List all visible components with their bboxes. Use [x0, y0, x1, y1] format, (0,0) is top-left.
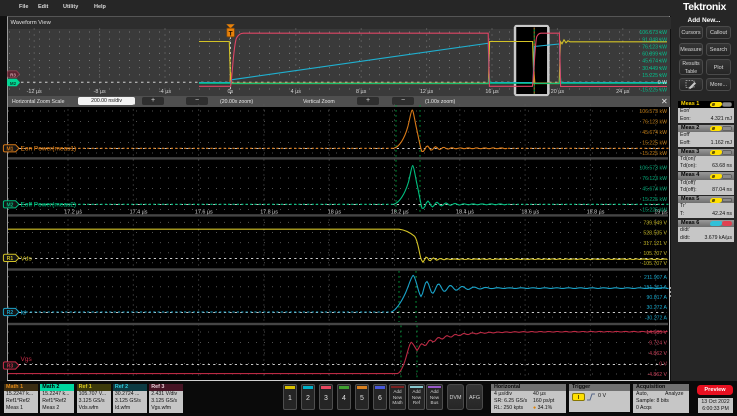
svg-text:30.449 kW: 30.449 kW	[642, 66, 667, 72]
svg-text:-30.272 A: -30.272 A	[645, 315, 668, 321]
svg-text:20 µs: 20 µs	[551, 89, 565, 95]
svg-text:30.272 A: 30.272 A	[647, 305, 668, 311]
svg-text:M2: M2	[7, 202, 14, 208]
svg-text:0s: 0s	[228, 89, 234, 95]
svg-text:-15.225 kW: -15.225 kW	[640, 87, 667, 93]
svg-text:R2: R2	[7, 310, 14, 316]
svg-text:4.862 V: 4.862 V	[649, 351, 667, 357]
svg-text:4 µs: 4 µs	[291, 89, 302, 95]
svg-text:15.225 kW: 15.225 kW	[642, 141, 667, 147]
svg-text:Eoff Power(meas2): Eoff Power(meas2)	[21, 202, 77, 209]
svg-text:211.907 A: 211.907 A	[644, 275, 668, 281]
svg-text:8 µs: 8 µs	[356, 89, 367, 95]
svg-text:76.123 kW: 76.123 kW	[642, 44, 667, 50]
svg-text:24 µs: 24 µs	[616, 89, 630, 95]
svg-text:76.123 kW: 76.123 kW	[642, 120, 667, 126]
svg-text:-105.707 V: -105.707 V	[642, 261, 668, 267]
svg-text:12 µs: 12 µs	[420, 89, 434, 95]
svg-text:18 µs: 18 µs	[328, 210, 342, 216]
svg-text:18.4 µs: 18.4 µs	[456, 210, 474, 216]
svg-text:76.123 kW: 76.123 kW	[642, 176, 667, 182]
svg-text:105.707 V: 105.707 V	[643, 251, 667, 257]
svg-text:45.674 kW: 45.674 kW	[642, 187, 667, 193]
svg-text:17.8 µs: 17.8 µs	[260, 210, 278, 216]
svg-text:17.6 µs: 17.6 µs	[195, 210, 213, 216]
svg-text:Vgs: Vgs	[21, 356, 33, 363]
svg-text:90.817 A: 90.817 A	[647, 295, 668, 301]
svg-text:17.4 µs: 17.4 µs	[130, 210, 148, 216]
svg-text:18.8 µs: 18.8 µs	[587, 210, 605, 216]
svg-text:18.6 µs: 18.6 µs	[521, 210, 539, 216]
svg-text:45.674 kW: 45.674 kW	[642, 59, 667, 65]
svg-text:-12 µs: -12 µs	[27, 89, 42, 95]
svg-text:106.573 kW: 106.573 kW	[639, 109, 667, 115]
svg-text:Eon Power(meas1): Eon Power(meas1)	[21, 146, 77, 153]
svg-text:M1: M1	[7, 146, 14, 152]
svg-text:R1: R1	[7, 256, 14, 262]
svg-text:18.2 µs: 18.2 µs	[391, 210, 409, 216]
svg-text:-4 µs: -4 µs	[159, 89, 171, 95]
svg-text:-4.862 V: -4.862 V	[647, 372, 667, 378]
svg-text:317.121 V: 317.121 V	[643, 241, 667, 247]
svg-text:R3: R3	[7, 364, 14, 370]
svg-text:91.348 kW: 91.348 kW	[642, 37, 667, 43]
svg-text:106.573 kW: 106.573 kW	[639, 166, 667, 172]
svg-text:45.674 kW: 45.674 kW	[642, 130, 667, 136]
svg-text:-8 µs: -8 µs	[94, 89, 106, 95]
svg-text:17.2 µs: 17.2 µs	[64, 210, 82, 216]
svg-text:14.586 V: 14.586 V	[646, 330, 667, 336]
svg-text:Id: Id	[21, 309, 27, 316]
svg-text:0 V: 0 V	[659, 362, 667, 368]
svg-text:9.724 V: 9.724 V	[649, 341, 667, 347]
svg-text:M2: M2	[10, 81, 17, 86]
svg-text:739.949 V: 739.949 V	[643, 221, 667, 227]
svg-text:Vds: Vds	[21, 255, 33, 262]
svg-text:16 µs: 16 µs	[485, 89, 499, 95]
svg-text:106.573 kW: 106.573 kW	[639, 30, 667, 36]
svg-text:R3: R3	[10, 73, 16, 78]
svg-text:528.535 V: 528.535 V	[643, 231, 667, 237]
svg-text:0 W: 0 W	[658, 80, 667, 86]
svg-text:-15.225 kW: -15.225 kW	[640, 208, 667, 214]
svg-text:60.899 kW: 60.899 kW	[642, 52, 667, 58]
svg-text:15.225 kW: 15.225 kW	[642, 197, 667, 203]
svg-text:-15.225 kW: -15.225 kW	[640, 151, 667, 157]
svg-text:T: T	[229, 30, 233, 37]
svg-text:151.362 A: 151.362 A	[644, 285, 668, 291]
svg-text:15.225 kW: 15.225 kW	[642, 73, 667, 79]
